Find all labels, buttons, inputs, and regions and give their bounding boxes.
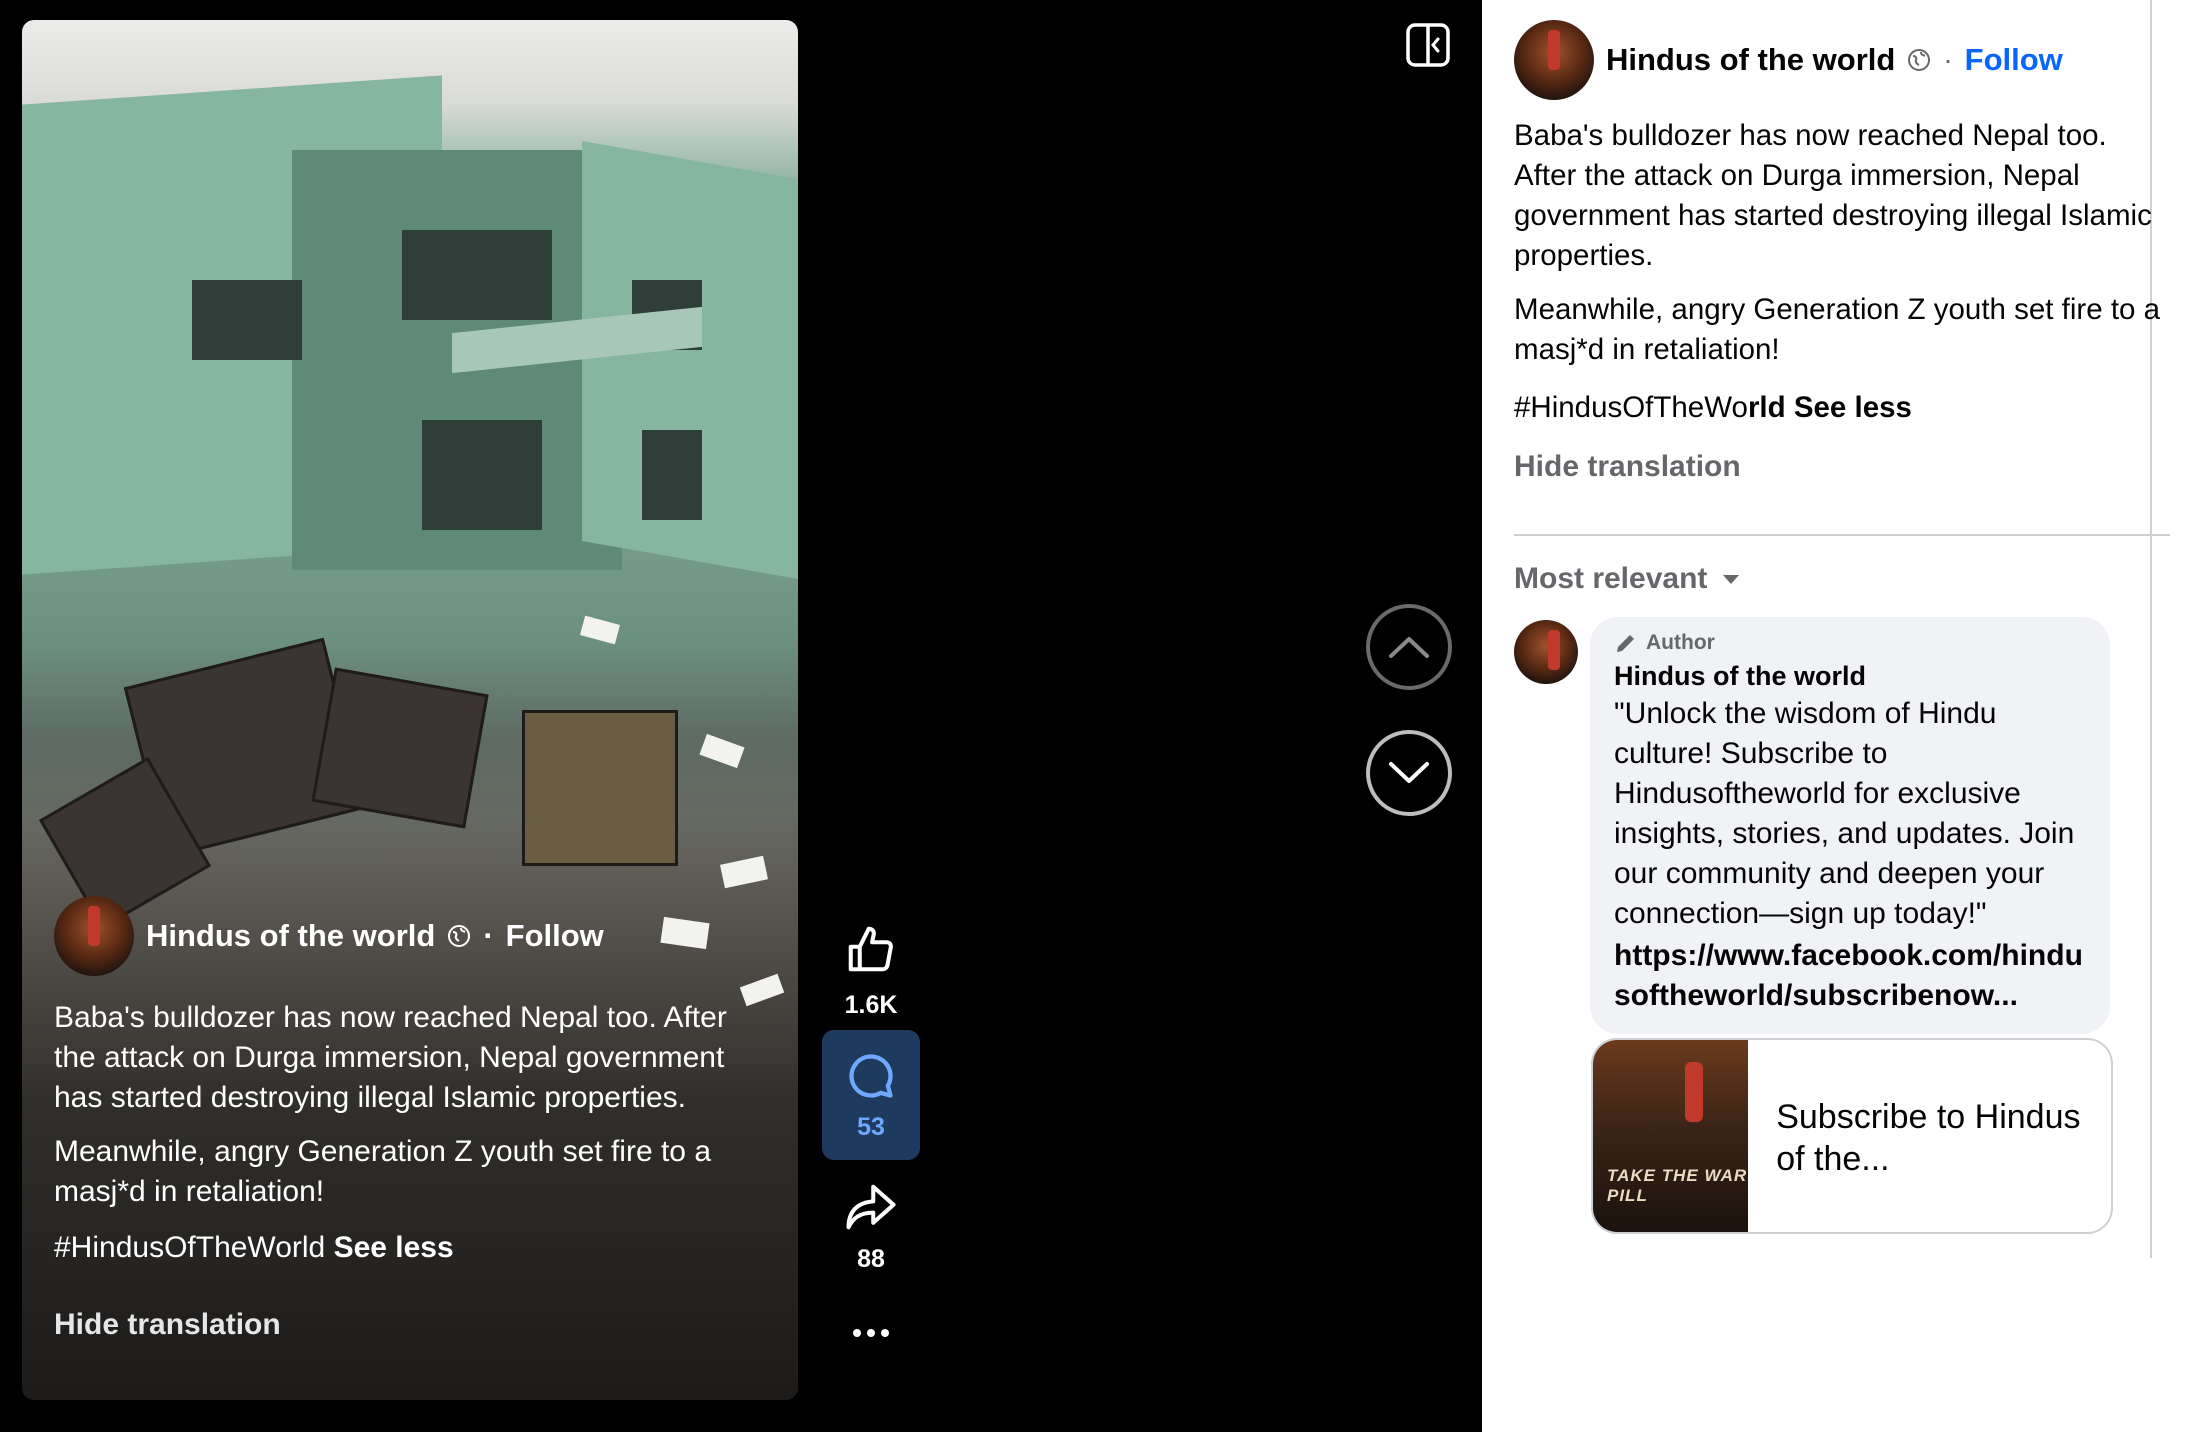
share-icon [846, 1184, 896, 1230]
video-follow-button[interactable]: Follow [506, 918, 604, 954]
video-author-row: Hindus of the world · Follow [54, 896, 768, 976]
comment-icon [849, 1054, 893, 1098]
post-hashtag-row: #HindusOfTheWorld See less [1514, 388, 2164, 428]
chevron-down-icon [1389, 762, 1429, 783]
hashtag-link[interactable]: #HindusOfTheWorld [1514, 391, 1786, 424]
video-hide-translation[interactable]: Hide translation [54, 1308, 768, 1342]
link-preview-card[interactable]: TAKE THE WAR PILL Subscribe to Hindus of… [1591, 1038, 2113, 1234]
next-video-button[interactable] [1366, 730, 1452, 816]
link-preview-image: TAKE THE WAR PILL [1593, 1040, 1749, 1232]
separator-dot: · [483, 918, 494, 953]
hashtag-link[interactable]: #HindusOfTheWorld [54, 1231, 325, 1264]
author-badge: Author [1614, 631, 2088, 655]
post-body: Baba's bulldozer has now reached Nepal t… [1514, 116, 2164, 442]
debris [522, 710, 678, 866]
post-author-name[interactable]: Hindus of the world [1606, 42, 1895, 78]
debris [311, 667, 489, 829]
share-count: 88 [857, 1245, 885, 1273]
post-body-p2: Meanwhile, angry Generation Z youth set … [1514, 293, 2161, 366]
post-author-row: Hindus of the world · Follow [1514, 20, 2063, 100]
video-caption-overlay: Hindus of the world · Follow Baba's bull… [22, 896, 798, 1400]
comment-button[interactable]: 53 [822, 1030, 920, 1160]
globe-icon [448, 925, 471, 947]
collapse-panel-button[interactable] [1405, 22, 1451, 73]
caret-down-icon [1723, 575, 1740, 584]
comment-sort-dropdown[interactable]: Most relevant [1514, 562, 1741, 596]
see-less-link[interactable]: See less [334, 1231, 454, 1264]
separator-dot: · [1943, 44, 1953, 75]
paper-scrap [719, 855, 769, 889]
author-badge-label: Author [1646, 631, 1715, 654]
pencil-icon [1617, 635, 1634, 652]
globe-icon [1908, 49, 1931, 71]
post-follow-button[interactable]: Follow [1965, 42, 2063, 78]
previous-video-button[interactable] [1366, 604, 1452, 690]
window [192, 280, 302, 360]
avatar[interactable] [54, 896, 134, 976]
paper-scrap [580, 615, 620, 645]
like-button[interactable]: 1.6K [822, 922, 920, 1020]
video-caption-p1: Baba's bulldozer has now reached Nepal t… [54, 1001, 727, 1114]
video-author-name[interactable]: Hindus of the world [146, 918, 435, 954]
sort-label: Most relevant [1514, 562, 1708, 595]
more-options-button[interactable] [822, 1318, 920, 1347]
panel-toggle-icon [1406, 23, 1450, 67]
thumbs-up-icon [848, 926, 893, 972]
comment-count: 53 [857, 1113, 885, 1141]
window [642, 430, 702, 520]
comment-bubble: Author Hindus of the world "Unlock the w… [1590, 617, 2110, 1034]
share-button[interactable]: 88 [822, 1182, 920, 1274]
window [402, 230, 552, 320]
see-less-link[interactable]: See less [1794, 391, 1912, 424]
avatar[interactable] [1514, 20, 1594, 100]
video-player[interactable]: Hindus of the world · Follow Baba's bull… [22, 20, 798, 1400]
comment-author-name[interactable]: Hindus of the world [1614, 661, 2088, 692]
comment-text: "Unlock the wisdom of Hindu culture! Sub… [1614, 697, 2075, 930]
video-viewer: Hindus of the world · Follow Baba's bull… [0, 0, 1482, 1432]
like-count: 1.6K [844, 991, 898, 1019]
link-preview-title: Subscribe to Hindus of the... [1776, 1098, 2081, 1178]
paper-scrap [699, 733, 745, 769]
more-icon [853, 1329, 889, 1337]
post-body-p1: Baba's bulldozer has now reached Nepal t… [1514, 119, 2152, 272]
comment-avatar[interactable] [1514, 620, 1578, 684]
link-preview-image-text: TAKE THE WAR PILL [1607, 1166, 1748, 1205]
divider [1514, 534, 2170, 536]
chevron-up-icon [1389, 637, 1429, 658]
post-hide-translation[interactable]: Hide translation [1514, 450, 1741, 484]
video-hashtag-row: #HindusOfTheWorld See less [54, 1228, 768, 1268]
window [422, 420, 542, 530]
video-caption-p2: Meanwhile, angry Generation Z youth set … [54, 1135, 712, 1208]
post-side-panel: Hindus of the world · Follow Baba's bull… [1482, 0, 2206, 1432]
comment-link[interactable]: https://www.facebook.com/hindusoftheworl… [1614, 936, 2088, 1016]
